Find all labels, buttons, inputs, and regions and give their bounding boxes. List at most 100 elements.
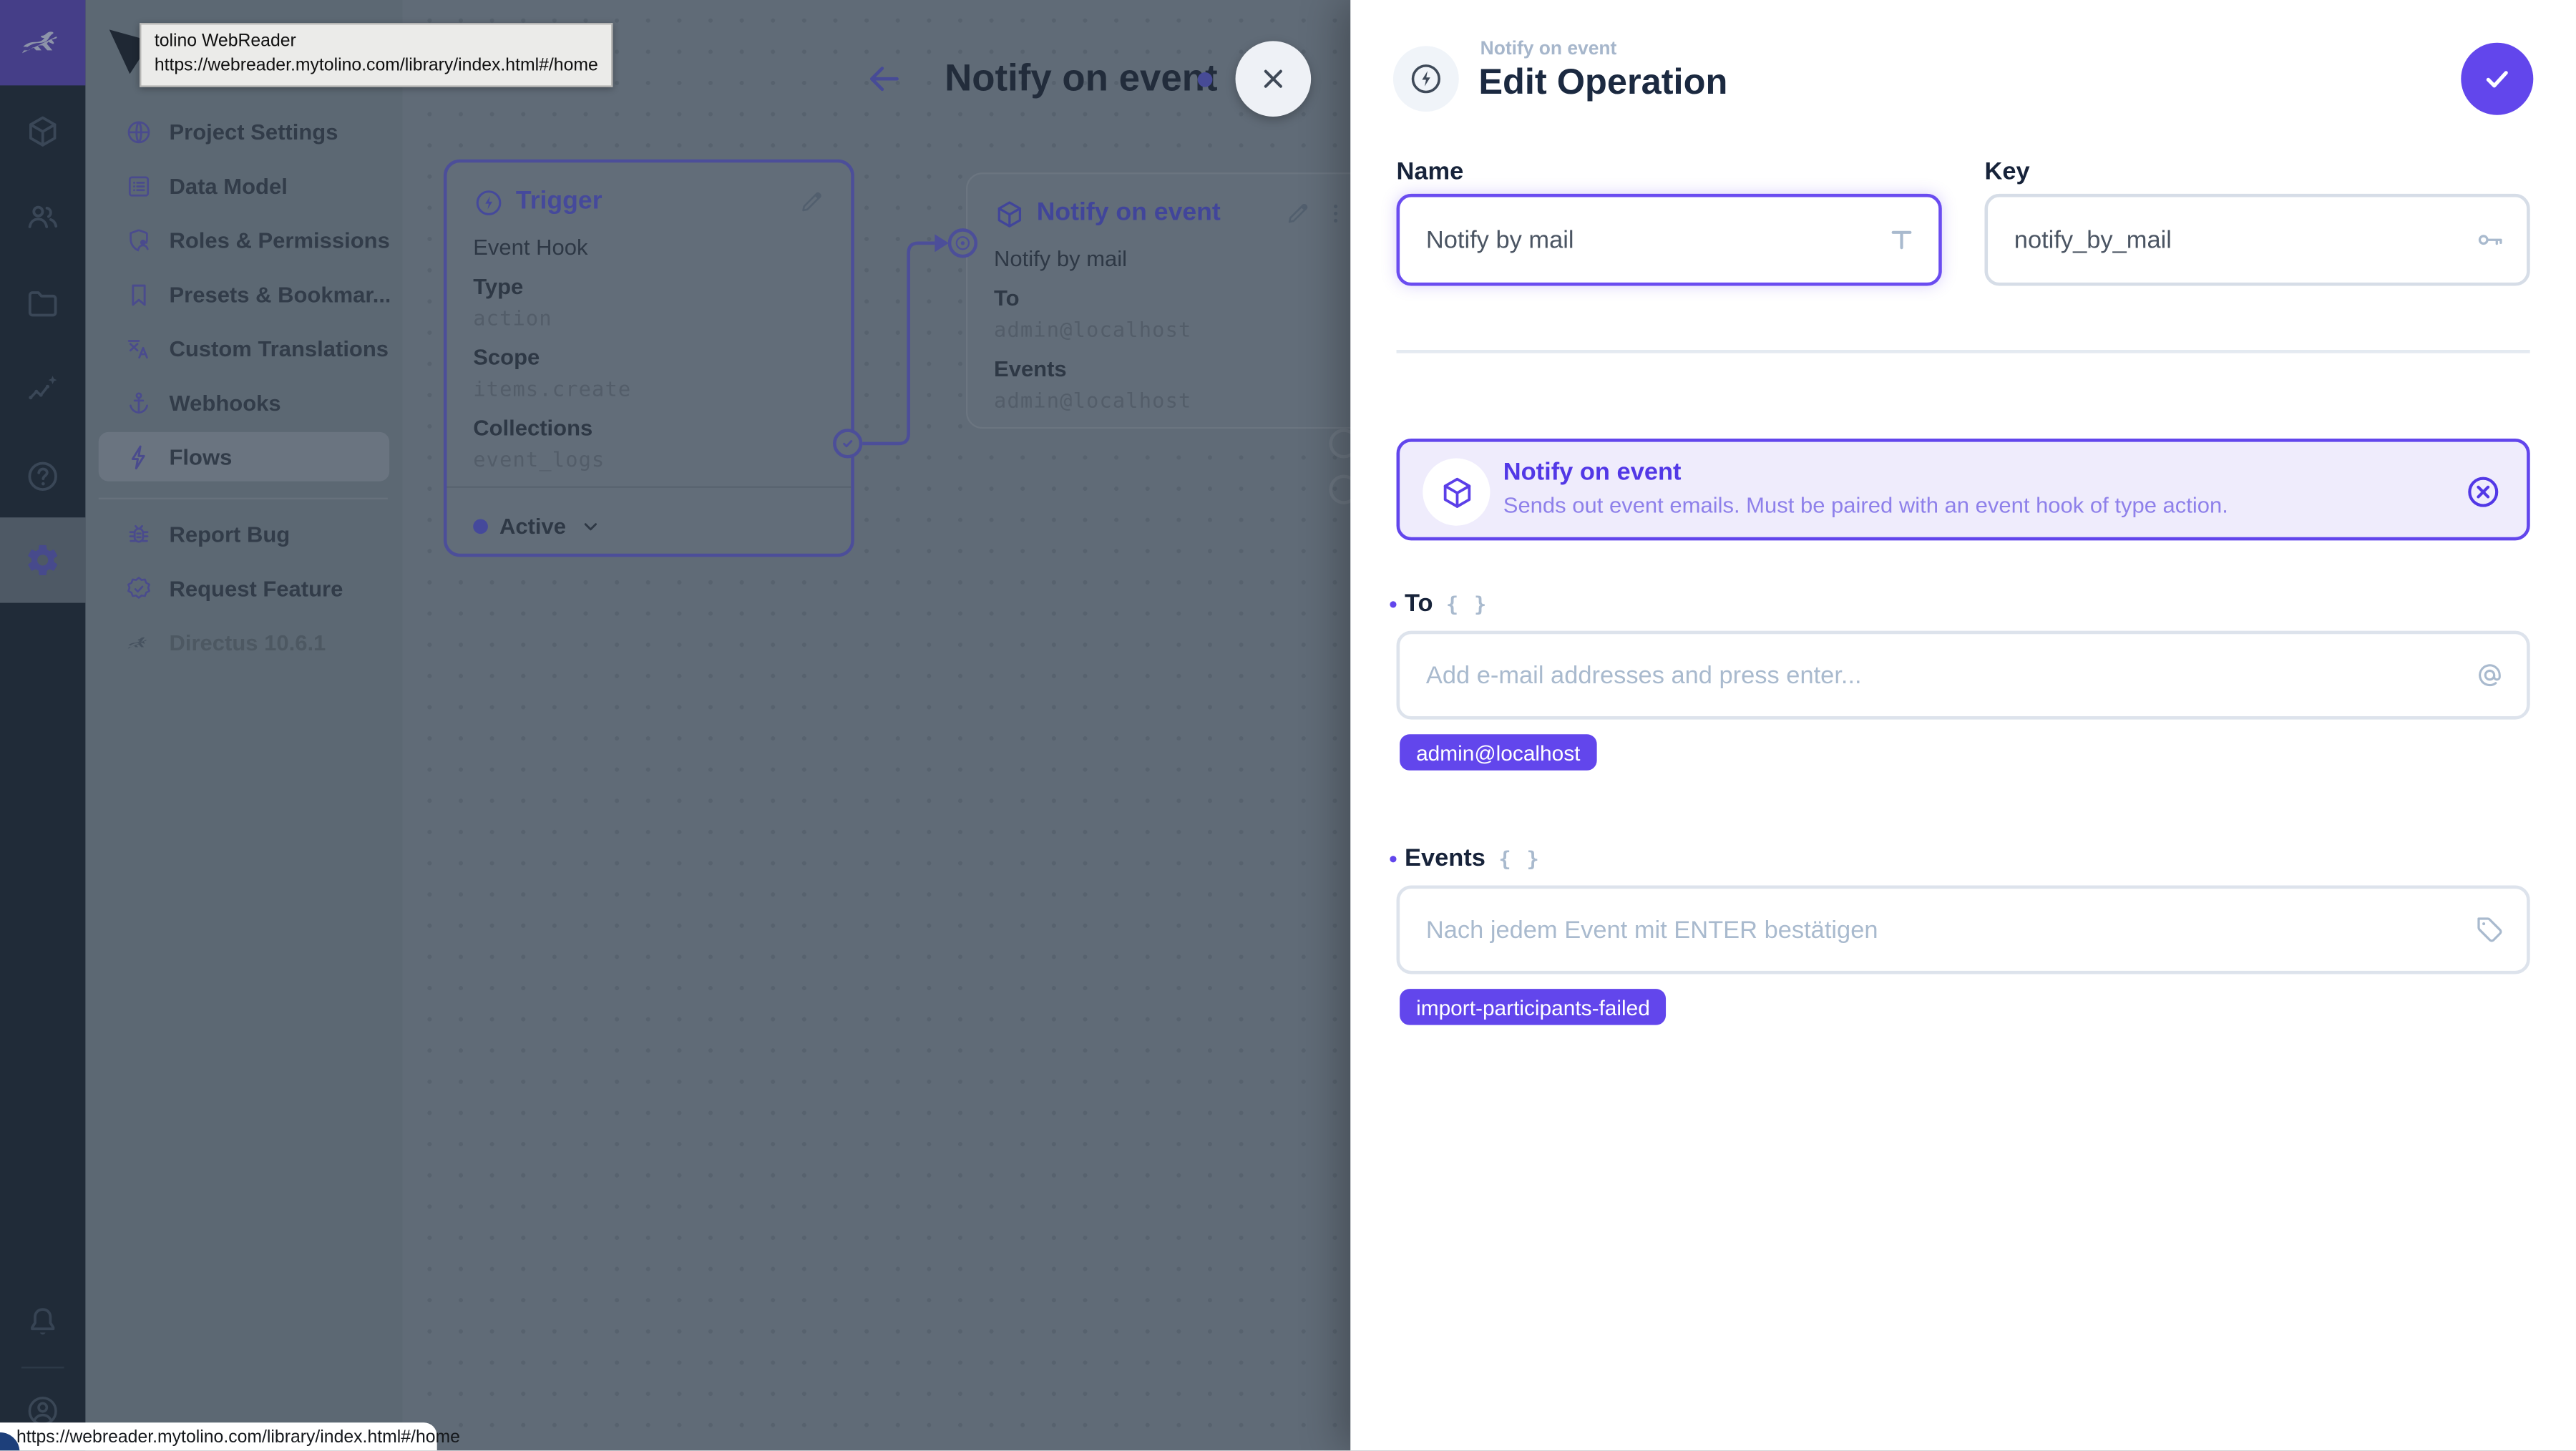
raw-value-toggle-icon[interactable]: { } xyxy=(1498,846,1541,870)
status-dot xyxy=(473,519,488,534)
cube-icon xyxy=(994,198,1025,230)
check-icon xyxy=(2481,62,2514,95)
to-chip[interactable]: admin@localhost xyxy=(1400,734,1597,771)
module-content[interactable] xyxy=(0,89,85,174)
anchor-icon xyxy=(125,389,152,416)
required-dot xyxy=(1390,855,1397,862)
key-input[interactable] xyxy=(1988,197,2527,283)
browser-status-bar: https://webreader.mytolino.com/library/i… xyxy=(0,1422,460,1451)
globe-icon xyxy=(125,117,152,145)
notifications-bell-icon[interactable] xyxy=(0,1280,85,1365)
directus-settings-screen: Notify on event Trigger Event Hook Type … xyxy=(0,0,2576,1451)
drawer-title: Edit Operation xyxy=(1478,60,1728,102)
trigger-panel-title: Trigger xyxy=(515,187,602,215)
data-model-icon xyxy=(125,172,152,200)
sidebar-item-flows[interactable]: Flows xyxy=(98,431,390,482)
bolt-icon xyxy=(125,443,152,471)
back-button[interactable] xyxy=(864,59,904,99)
badge-check-icon xyxy=(125,574,152,602)
operation-field-value: admin@localhost xyxy=(994,317,1192,342)
operation-field-label: To xyxy=(994,285,1020,311)
key-field xyxy=(1984,193,2530,286)
trigger-field-label: Type xyxy=(473,274,524,299)
drawer-close-button[interactable] xyxy=(1235,41,1312,117)
raw-value-toggle-icon[interactable]: { } xyxy=(1446,592,1488,616)
edit-operation-icon[interactable] xyxy=(1284,200,1311,227)
operation-name: Notify by mail xyxy=(994,246,1128,271)
module-insights[interactable] xyxy=(0,346,85,431)
trigger-field-value: event_logs xyxy=(473,446,605,472)
name-field xyxy=(1396,193,1942,286)
operation-type-card[interactable]: Notify on event Sends out event emails. … xyxy=(1396,439,2530,541)
bug-icon xyxy=(125,520,152,548)
events-field xyxy=(1396,885,2530,974)
translate-icon xyxy=(125,334,152,362)
flow-title: Notify on event xyxy=(945,56,1218,99)
sidebar-version: Directus 10.6.1 xyxy=(99,617,389,667)
sidebar-item-request-feature[interactable]: Request Feature xyxy=(99,563,389,612)
trigger-field-label: Scope xyxy=(473,345,540,370)
module-settings[interactable] xyxy=(0,517,86,603)
key-field-label: Key xyxy=(1984,157,2030,186)
sidebar-item-webhooks[interactable]: Webhooks xyxy=(99,378,389,427)
operation-field-label: Events xyxy=(994,356,1067,381)
link-tooltip: tolino WebReader https://webreader.mytol… xyxy=(140,23,613,88)
bolt-circle-icon xyxy=(473,187,504,218)
trigger-field-value: items.create xyxy=(473,376,632,401)
divider xyxy=(1396,350,2530,353)
name-input[interactable] xyxy=(1400,197,1939,283)
edit-operation-drawer: Notify on event Edit Operation Name Key … xyxy=(1350,0,2576,1451)
sidebar-item-presets-bookmarks[interactable]: Presets & Bookmar... xyxy=(99,270,389,319)
sidebar-item-project-settings[interactable]: Project Settings xyxy=(99,107,389,156)
bookmark-icon xyxy=(125,280,152,308)
drawer-breadcrumb: Notify on event xyxy=(1480,39,1617,59)
events-field-label: Events xyxy=(1405,844,1485,873)
sidebar-item-custom-translations[interactable]: Custom Translations xyxy=(99,323,389,373)
operation-input-connector[interactable] xyxy=(947,228,978,258)
key-icon xyxy=(2474,224,2506,255)
tooltip-title: tolino WebReader xyxy=(154,31,296,52)
events-field-header: Events { } xyxy=(1390,844,1541,872)
tooltip-url: https://webreader.mytolino.com/library/i… xyxy=(154,56,598,76)
events-chip[interactable]: import-participants-failed xyxy=(1400,989,1667,1025)
edit-trigger-icon[interactable] xyxy=(799,189,825,215)
name-field-label: Name xyxy=(1396,157,1464,186)
to-field xyxy=(1396,630,2530,720)
divider xyxy=(447,486,852,488)
save-button[interactable] xyxy=(2461,42,2534,115)
module-help[interactable] xyxy=(0,434,85,519)
trigger-panel[interactable]: Trigger Event Hook Type action Scope ite… xyxy=(443,159,854,557)
trigger-subtitle: Event Hook xyxy=(473,235,588,260)
to-input[interactable] xyxy=(1400,634,2527,717)
operation-panel[interactable]: Notify on event Notify by mail To admin@… xyxy=(965,172,1377,429)
sidebar-item-roles-permissions[interactable]: Roles & Permissions xyxy=(99,215,389,265)
operation-type-title: Notify on event xyxy=(1503,458,1682,487)
trigger-resolve-connector[interactable] xyxy=(833,429,863,459)
chevron-down-icon xyxy=(577,514,602,539)
flow-status-label: Active xyxy=(499,514,567,539)
tag-icon xyxy=(2474,914,2506,946)
shield-user-icon xyxy=(125,226,152,254)
deselect-operation-icon[interactable] xyxy=(2464,473,2502,511)
trigger-field-label: Collections xyxy=(473,415,593,441)
bolt-circle-icon xyxy=(1408,61,1445,97)
events-input[interactable] xyxy=(1400,889,2527,971)
operation-field-value: admin@localhost xyxy=(994,387,1192,413)
close-icon xyxy=(1257,62,1289,95)
directus-logo[interactable] xyxy=(0,0,86,86)
module-users[interactable] xyxy=(0,174,85,259)
flow-status-toggle[interactable]: Active xyxy=(473,514,602,539)
module-files[interactable] xyxy=(0,261,85,346)
rabbit-icon xyxy=(125,628,152,656)
at-icon xyxy=(2474,660,2506,691)
operation-panel-title: Notify on event xyxy=(1036,198,1221,227)
sidebar-item-data-model[interactable]: Data Model xyxy=(99,161,389,210)
sidebar-item-report-bug[interactable]: Report Bug xyxy=(99,509,389,559)
to-field-header: To { } xyxy=(1390,590,1488,617)
unsaved-indicator-dot xyxy=(1197,72,1213,87)
kebab-menu-icon[interactable] xyxy=(1322,200,1349,227)
operation-type-description: Sends out event emails. Must be paired w… xyxy=(1503,492,2228,518)
module-bar xyxy=(0,0,86,1451)
cube-icon xyxy=(1423,458,1491,526)
title-icon xyxy=(1886,224,1918,255)
